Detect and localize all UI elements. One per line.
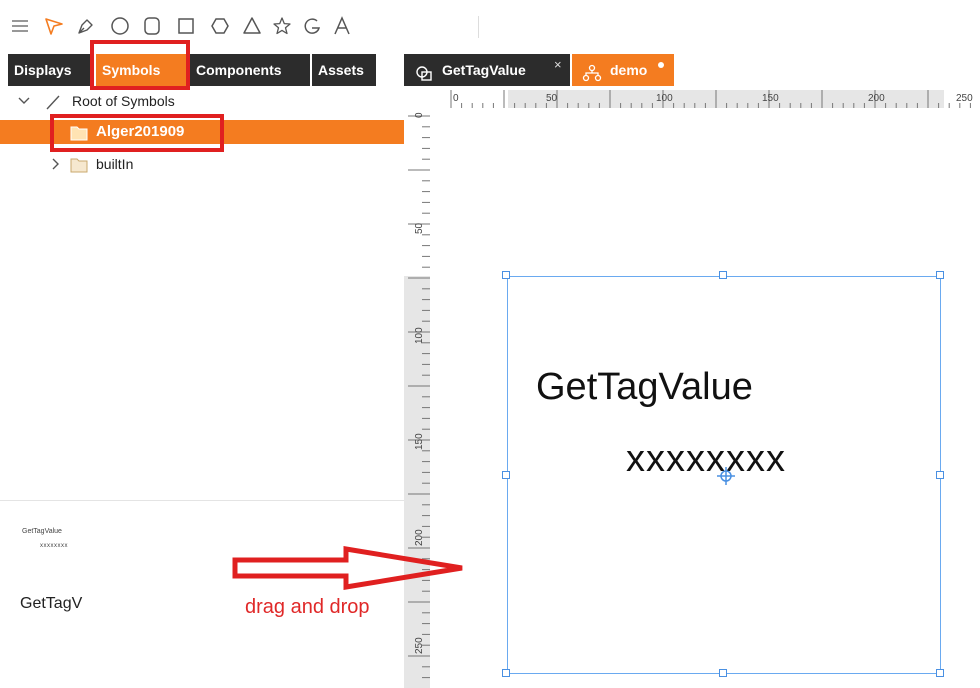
tree-item-builtin[interactable]: builtIn — [0, 152, 404, 176]
drawing-canvas[interactable]: GetTagValue xxxxxxxx — [430, 112, 980, 688]
ruler-label: 250 — [956, 93, 973, 104]
select-arrow-icon[interactable] — [42, 14, 66, 38]
star-icon[interactable] — [270, 14, 294, 38]
annotation-box-folder — [50, 114, 224, 152]
pen-icon[interactable] — [74, 14, 98, 38]
ruler-horizontal: 0 50 100 150 200 250 — [404, 86, 980, 112]
panel-divider — [0, 500, 404, 501]
tree-item-label: builtIn — [96, 156, 134, 172]
tree-root-label: Root of Symbols — [72, 93, 175, 109]
symbol-value-text[interactable]: xxxxxxxx — [626, 438, 786, 481]
left-panel-tabs: Displays Symbols Components Assets — [0, 54, 404, 86]
tab-demo[interactable]: demo — [572, 54, 674, 86]
resize-handle-s[interactable] — [719, 669, 727, 677]
text-icon[interactable] — [330, 14, 354, 38]
folder-icon — [70, 156, 88, 173]
ruler-label: 50 — [546, 93, 558, 104]
ruler-label: 100 — [656, 93, 673, 104]
ruler-label: 0 — [453, 93, 459, 104]
symbol-thumbnail-title[interactable]: GetTagValue — [22, 528, 62, 535]
toolbar — [0, 0, 980, 44]
arc-icon[interactable] — [300, 14, 324, 38]
tab-label: demo — [610, 62, 648, 78]
tab-displays[interactable]: Displays — [8, 54, 94, 86]
resize-handle-se[interactable] — [936, 669, 944, 677]
toolbar-separator — [478, 16, 479, 38]
triangle-icon[interactable] — [240, 14, 264, 38]
symbol-title-text[interactable]: GetTagValue — [536, 366, 753, 409]
ruler-vertical: 0 50 100 150 200 250 — [404, 86, 430, 688]
crosshair-icon[interactable] — [716, 466, 736, 486]
tab-assets[interactable]: Assets — [312, 54, 376, 86]
symbol-label[interactable]: GetTagV — [20, 595, 92, 613]
ruler-label: 0 — [414, 112, 425, 118]
hexagon-icon[interactable] — [208, 14, 232, 38]
ruler-label: 200 — [414, 529, 425, 546]
chevron-right-icon[interactable] — [48, 152, 64, 176]
symbol-thumbnail-value: xxxxxxxx — [40, 543, 68, 549]
editor-tabs: GetTagValue × demo — [404, 54, 980, 86]
symbol-icon — [414, 61, 434, 81]
resize-handle-ne[interactable] — [936, 271, 944, 279]
unsaved-indicator — [658, 62, 664, 68]
circle-icon[interactable] — [108, 14, 132, 38]
resize-handle-sw[interactable] — [502, 669, 510, 677]
resize-handle-nw[interactable] — [502, 271, 510, 279]
ruler-label: 200 — [868, 93, 885, 104]
tab-label: GetTagValue — [442, 62, 526, 78]
network-icon — [582, 61, 602, 82]
rounded-rect-icon[interactable] — [140, 14, 164, 38]
ruler-label: 250 — [414, 637, 425, 654]
ruler-label: 100 — [414, 327, 425, 344]
ruler-label: 150 — [414, 433, 425, 450]
resize-handle-e[interactable] — [936, 471, 944, 479]
annotation-box-symbols-tab — [90, 40, 190, 90]
chevron-down-icon[interactable] — [16, 89, 32, 113]
ruler-label: 50 — [414, 222, 425, 234]
tab-components[interactable]: Components — [190, 54, 310, 86]
menu-icon[interactable] — [8, 14, 32, 38]
drag-arrow-icon — [232, 546, 463, 590]
tab-gettagvalue[interactable]: GetTagValue × — [404, 54, 570, 86]
drag-and-drop-label: drag and drop — [245, 596, 370, 618]
resize-handle-n[interactable] — [719, 271, 727, 279]
rectangle-icon[interactable] — [174, 14, 198, 38]
close-icon[interactable]: × — [554, 49, 562, 81]
tree-root[interactable]: Root of Symbols — [0, 89, 404, 113]
slash-icon — [44, 93, 62, 110]
ruler-label: 150 — [762, 93, 779, 104]
resize-handle-w[interactable] — [502, 471, 510, 479]
